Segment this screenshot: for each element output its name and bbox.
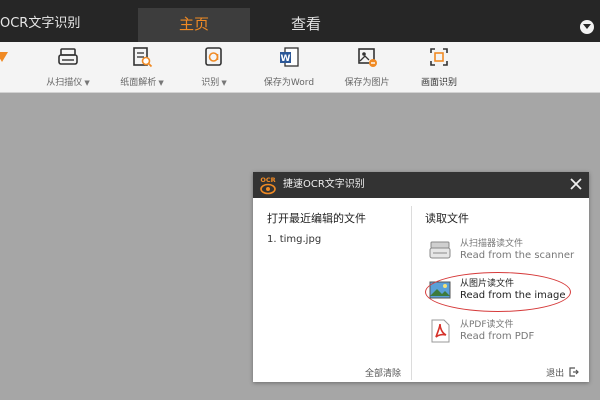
exit-button[interactable]: 退出 [546,366,579,379]
orange-arrow-icon [0,52,8,62]
chevron-down-icon [583,24,591,29]
exit-icon [569,367,579,377]
clear-all-link[interactable]: 全部清除 [365,366,401,379]
exit-label: 退出 [546,369,565,379]
title-bar: OCR文字识别 主页 查看 [0,0,600,42]
dialog-title: 捷速OCR文字识别 [283,179,365,190]
recognize-icon [205,47,222,66]
ocr-logo-text: OCR [260,176,275,184]
toolbar-item-paper-analysis[interactable]: 纸面解析 ▼ [114,46,170,90]
toolbar-label: 识别 [201,78,220,88]
toolbar-item-scanner[interactable]: 从扫描仪 ▼ [40,46,96,90]
scanner-icon [429,241,451,259]
ocr-dialog: OCR 捷速OCR文字识别 打开最近编辑的文件 1. timg.jpg 全部清除… [253,172,589,382]
option-label-cn: 从PDF读文件 [460,320,514,330]
read-from-scanner-option[interactable]: 从扫描器读文件 Read from the scanner [429,236,579,270]
option-label-en: Read from the scanner [460,250,575,261]
app-title: OCR文字识别 [0,16,81,31]
paper-analysis-icon [133,47,153,68]
toolbar-item-screen-capture[interactable]: 画面识别 [414,46,464,90]
scanner-icon [58,48,78,65]
word-icon: W [280,47,299,67]
toolbar-label: 保存为Word [263,78,315,88]
option-label-cn: 从图片读文件 [460,279,515,289]
tab-view[interactable]: 查看 [250,8,362,42]
recent-files-heading: 打开最近编辑的文件 [267,212,366,225]
toolbar-item-recognize[interactable]: 识别 ▼ [194,46,234,90]
toolbar-label: 从扫描仪 [46,78,83,88]
column-divider [411,206,412,380]
read-from-pdf-option[interactable]: 从PDF读文件 Read from PDF [429,317,579,351]
toolbar-label: 纸面解析 [120,78,157,88]
dropdown-arrow-icon: ▼ [84,79,90,87]
ocr-logo-icon: OCR [260,176,276,195]
toolbar: 从扫描仪 ▼ 纸面解析 ▼ 识别 ▼ W 保存为Word 保存为图片 画面识别 [0,42,600,93]
toolbar-label: 保存为图片 [344,78,390,88]
image-icon [429,281,451,299]
recent-file-item[interactable]: 1. timg.jpg [267,234,321,245]
read-from-image-option[interactable]: 从图片读文件 Read from the image [429,276,579,310]
save-image-icon [358,48,377,67]
svg-text:W: W [281,54,291,64]
toolbar-item-save-word[interactable]: W 保存为Word [258,46,320,90]
option-label-en: Read from PDF [460,331,535,342]
window-menu-button[interactable] [580,20,594,34]
dialog-header: OCR 捷速OCR文字识别 [253,172,589,198]
dropdown-arrow-icon: ▼ [221,79,227,87]
option-label-en: Read from the image [460,290,566,301]
option-label-cn: 从扫描器读文件 [460,239,524,249]
toolbar-item-save-image[interactable]: 保存为图片 [336,46,398,90]
close-icon[interactable] [569,177,583,191]
toolbar-label: 画面识别 [420,78,457,88]
screen-capture-icon [430,48,448,66]
dropdown-arrow-icon: ▼ [158,79,164,87]
read-file-heading: 读取文件 [425,212,469,225]
pdf-icon [431,319,450,343]
toolbar-item-previous[interactable] [0,46,12,90]
tab-home[interactable]: 主页 [138,8,250,42]
